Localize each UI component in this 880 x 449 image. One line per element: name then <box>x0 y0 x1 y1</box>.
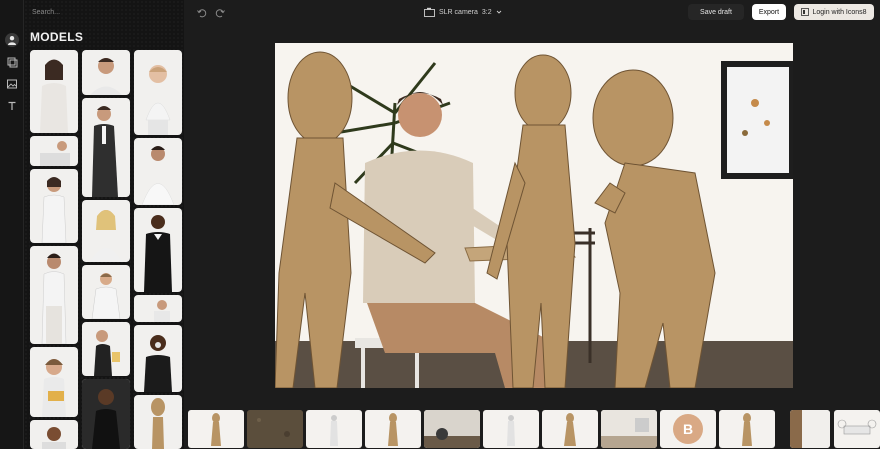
camera-icon <box>424 7 435 17</box>
camera-selector[interactable]: SLR camera 3:2 <box>424 5 502 19</box>
login-label: Login with Icons8 <box>812 8 867 16</box>
model-thumbnail[interactable] <box>30 347 78 417</box>
camera-label: SLR camera <box>439 8 478 16</box>
filmstrip-item[interactable] <box>483 410 539 448</box>
filmstrip-item[interactable] <box>424 410 480 448</box>
redo-icon[interactable] <box>214 6 226 18</box>
model-thumbnail[interactable] <box>134 295 182 322</box>
model-thumbnail[interactable] <box>30 246 78 344</box>
model-thumbnail[interactable] <box>82 265 130 319</box>
filmstrip-item[interactable] <box>834 410 880 448</box>
model-thumbnail[interactable] <box>30 420 78 449</box>
icons8-logo-icon <box>801 8 810 16</box>
layers-icon[interactable] <box>5 55 19 69</box>
top-bar: SLR camera 3:2 Save draft Export Login w… <box>184 0 880 24</box>
models-panel: Search... MODELS <box>24 0 184 449</box>
bitcoin-symbol: B <box>682 421 694 437</box>
model-thumbnail[interactable] <box>134 208 182 292</box>
filmstrip-item[interactable] <box>542 410 598 448</box>
filmstrip-item[interactable] <box>790 410 830 448</box>
filmstrip-item[interactable]: B <box>660 410 716 448</box>
model-thumbnail[interactable] <box>82 98 130 197</box>
model-thumbnail[interactable] <box>30 50 78 133</box>
filmstrip-item[interactable] <box>247 410 303 448</box>
filmstrip-item[interactable] <box>188 410 244 448</box>
model-thumbnail[interactable] <box>134 50 182 135</box>
model-thumbnail[interactable] <box>134 325 182 392</box>
filmstrip-item[interactable] <box>365 410 421 448</box>
search-bar[interactable]: Search... <box>24 0 184 24</box>
export-button[interactable]: Export <box>752 4 786 20</box>
search-input[interactable]: Search... <box>32 9 60 16</box>
text-icon[interactable] <box>5 99 19 113</box>
save-draft-button[interactable]: Save draft <box>688 4 744 20</box>
filmstrip-item[interactable] <box>719 410 775 448</box>
model-thumbnail[interactable] <box>134 395 182 449</box>
chevron-down-icon <box>496 9 502 15</box>
login-button[interactable]: Login with Icons8 <box>794 4 874 20</box>
editor-app: Search... MODELS SLR camera 3:2 Save dra… <box>0 0 880 449</box>
aspect-ratio: 3:2 <box>481 8 492 16</box>
asset-filmstrip: B <box>184 406 880 449</box>
framed-picture <box>721 61 793 179</box>
composition-canvas[interactable] <box>275 43 793 388</box>
model-thumbnail[interactable] <box>30 136 78 166</box>
undo-icon[interactable] <box>196 6 208 18</box>
model-thumbnail[interactable] <box>82 379 130 449</box>
model-thumbnail[interactable] <box>82 50 130 95</box>
model-thumbnail[interactable] <box>30 169 78 243</box>
model-thumbnail[interactable] <box>82 322 130 376</box>
user-icon[interactable] <box>5 33 19 47</box>
tool-rail <box>0 0 24 449</box>
filmstrip-item[interactable] <box>306 410 362 448</box>
model-thumbnail[interactable] <box>82 200 130 262</box>
model-thumbnail[interactable] <box>134 138 182 205</box>
filmstrip-item[interactable] <box>601 410 657 448</box>
image-icon[interactable] <box>5 77 19 91</box>
section-title: MODELS <box>30 30 84 44</box>
